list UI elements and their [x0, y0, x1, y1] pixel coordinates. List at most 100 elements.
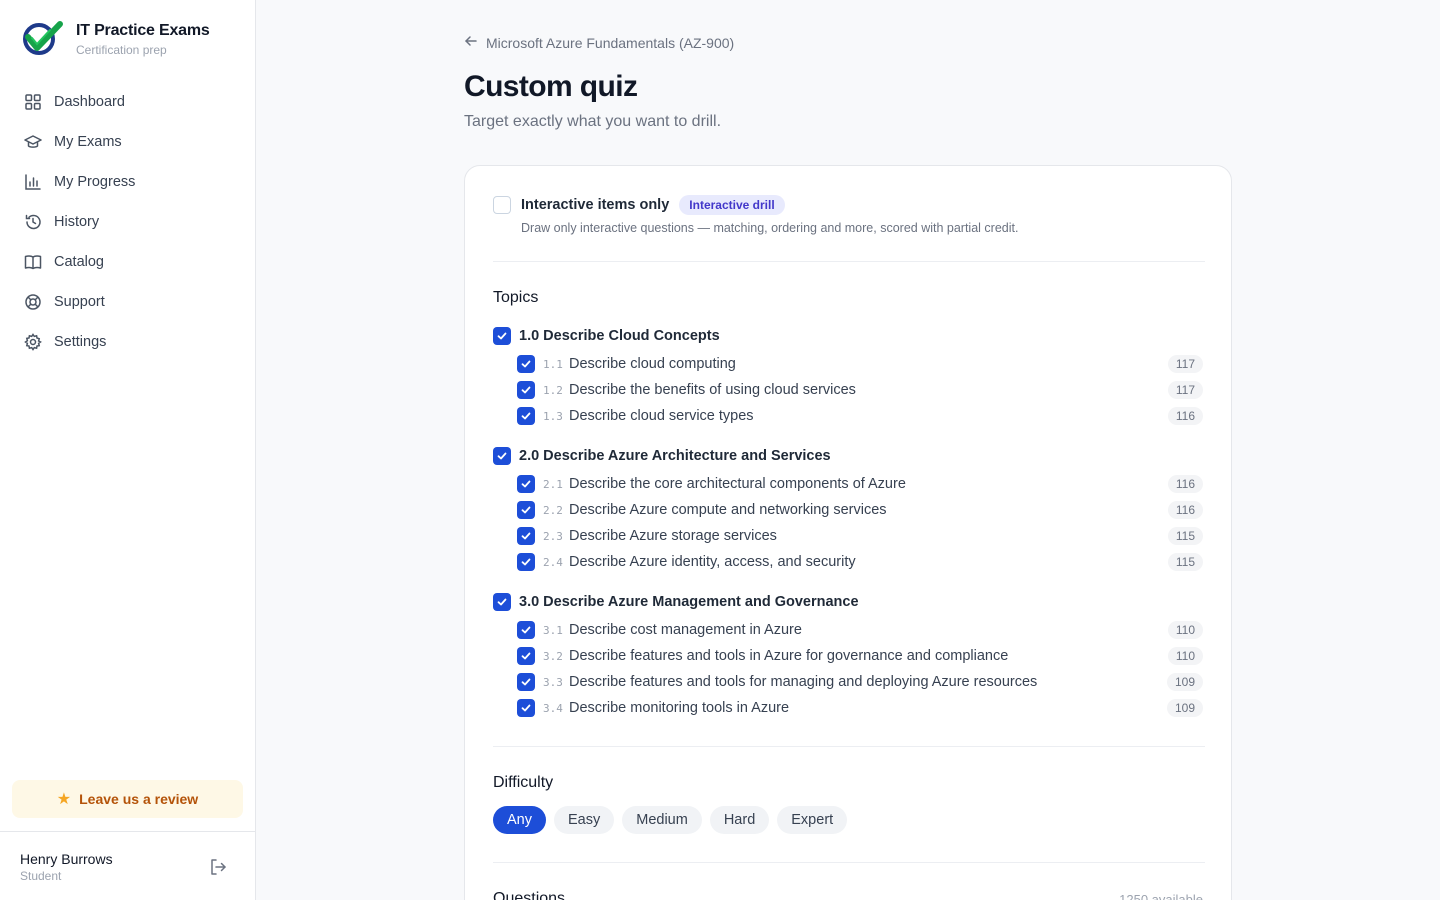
subtopic-code: 2.1: [543, 477, 563, 491]
subtopic-label: Describe Azure compute and networking se…: [569, 502, 887, 518]
subtopic-checkbox[interactable]: [517, 553, 535, 571]
interactive-only-option[interactable]: Interactive items only Interactive drill: [493, 195, 785, 215]
subtopic-row[interactable]: 1.2 Describe the benefits of using cloud…: [517, 377, 1205, 403]
lifebuoy-icon: [24, 293, 42, 311]
sidebar-item-label: History: [54, 214, 100, 230]
subtopic-checkbox[interactable]: [517, 381, 535, 399]
logout-icon[interactable]: [208, 857, 228, 877]
difficulty-option-hard[interactable]: Hard: [709, 806, 770, 834]
subtopic-row[interactable]: 3.4 Describe monitoring tools in Azure 1…: [517, 695, 1205, 721]
question-count-badge: 116: [1167, 475, 1203, 493]
sidebar-item-history[interactable]: History: [12, 202, 244, 242]
topic-group-label: 2.0 Describe Azure Architecture and Serv…: [519, 448, 831, 464]
subtopic-label: Describe cloud computing: [569, 356, 736, 372]
topic-group-header[interactable]: 2.0 Describe Azure Architecture and Serv…: [493, 445, 1205, 467]
interactive-only-label: Interactive items only: [521, 197, 670, 213]
subtopic-code: 3.4: [543, 701, 563, 715]
subtopic-row[interactable]: 1.3 Describe cloud service types 116: [517, 403, 1205, 429]
question-count-badge: 115: [1167, 553, 1203, 571]
sidebar-nav: Dashboard My Exams My Progress History C…: [12, 82, 244, 362]
subtopic-checkbox[interactable]: [517, 699, 535, 717]
subtopic-label: Describe features and tools for managing…: [569, 674, 1038, 690]
subtopic-row[interactable]: 2.1 Describe the core architectural comp…: [517, 471, 1205, 497]
sidebar-item-catalog[interactable]: Catalog: [12, 242, 244, 282]
subtopic-checkbox[interactable]: [517, 501, 535, 519]
topic-group: 2.0 Describe Azure Architecture and Serv…: [493, 445, 1205, 575]
subtopic-code: 2.3: [543, 529, 563, 543]
star-icon: ★: [56, 791, 72, 808]
history-icon: [24, 213, 42, 231]
divider: [493, 261, 1205, 262]
subtopic-label: Describe Azure storage services: [569, 528, 777, 544]
sidebar-item-support[interactable]: Support: [12, 282, 244, 322]
difficulty-option-easy[interactable]: Easy: [554, 806, 615, 834]
difficulty-option-medium[interactable]: Medium: [622, 806, 702, 834]
question-count-badge: 116: [1167, 501, 1203, 519]
sidebar-item-my-progress[interactable]: My Progress: [12, 162, 244, 202]
topic-group: 1.0 Describe Cloud Concepts 1.1 Describe…: [493, 325, 1205, 429]
subtopic-checkbox[interactable]: [517, 621, 535, 639]
topic-checkbox[interactable]: [493, 327, 511, 345]
subtopic-checkbox[interactable]: [517, 475, 535, 493]
question-count-badge: 116: [1167, 407, 1203, 425]
subtopic-code: 1.3: [543, 409, 563, 423]
subtopic-row[interactable]: 3.2 Describe features and tools in Azure…: [517, 643, 1205, 669]
topic-checkbox[interactable]: [493, 447, 511, 465]
difficulty-option-any[interactable]: Any: [493, 806, 546, 834]
divider: [493, 746, 1205, 747]
question-count-badge: 117: [1167, 381, 1203, 399]
question-count-badge: 109: [1166, 673, 1203, 691]
interactive-only-checkbox[interactable]: [493, 196, 511, 214]
subtopic-row[interactable]: 3.3 Describe features and tools for mana…: [517, 669, 1205, 695]
user-role: Student: [20, 869, 62, 883]
topic-group-label: 1.0 Describe Cloud Concepts: [519, 328, 720, 344]
subtopic-label: Describe monitoring tools in Azure: [569, 700, 790, 716]
topic-checkbox[interactable]: [493, 593, 511, 611]
arrow-left-icon: [464, 34, 478, 51]
subtopic-code: 1.1: [543, 357, 563, 371]
sidebar-item-dashboard[interactable]: Dashboard: [12, 82, 244, 122]
sidebar-item-settings[interactable]: Settings: [12, 322, 244, 362]
back-link-label: Microsoft Azure Fundamentals (AZ-900): [486, 34, 735, 51]
subtopic-row[interactable]: 2.4 Describe Azure identity, access, and…: [517, 549, 1205, 575]
brand-name: IT Practice Exams: [76, 22, 210, 39]
difficulty-selector: Any Easy Medium Hard Expert: [493, 806, 855, 834]
subtopic-checkbox[interactable]: [517, 355, 535, 373]
subtopic-row[interactable]: 3.1 Describe cost management in Azure 11…: [517, 617, 1205, 643]
subtopic-label: Describe Azure identity, access, and sec…: [569, 554, 856, 570]
subtopic-checkbox[interactable]: [517, 407, 535, 425]
subtopic-code: 2.2: [543, 503, 563, 517]
gear-icon: [24, 333, 42, 351]
subtopic-code: 3.3: [543, 675, 563, 689]
subtopic-checkbox[interactable]: [517, 527, 535, 545]
grid-icon: [24, 93, 42, 111]
leave-review-button[interactable]: ★ Leave us a review: [12, 780, 243, 818]
subtopic-checkbox[interactable]: [517, 647, 535, 665]
subtopic-checkbox[interactable]: [517, 673, 535, 691]
subtopic-label: Describe features and tools in Azure for…: [569, 648, 1009, 664]
brand[interactable]: IT Practice Exams Certification prep: [20, 20, 210, 57]
questions-available: 1250 available: [1119, 892, 1203, 900]
back-link[interactable]: Microsoft Azure Fundamentals (AZ-900): [464, 34, 734, 51]
difficulty-option-expert[interactable]: Expert: [777, 806, 848, 834]
sidebar-item-my-exams[interactable]: My Exams: [12, 122, 244, 162]
subtopic-row[interactable]: 1.1 Describe cloud computing 117: [517, 351, 1205, 377]
book-icon: [24, 253, 42, 271]
difficulty-title: Difficulty: [493, 774, 554, 791]
bar-chart-icon: [24, 173, 42, 191]
page-subtitle: Target exactly what you want to drill.: [464, 113, 722, 130]
subtopic-label: Describe cost management in Azure: [569, 622, 802, 638]
divider: [493, 862, 1205, 863]
subtopic-row[interactable]: 2.3 Describe Azure storage services 115: [517, 523, 1205, 549]
topic-group-header[interactable]: 1.0 Describe Cloud Concepts: [493, 325, 1205, 347]
user-name: Henry Burrows: [20, 851, 113, 867]
subtopic-code: 1.2: [543, 383, 563, 397]
topic-group-header[interactable]: 3.0 Describe Azure Management and Govern…: [493, 591, 1205, 613]
subtopic-label: Describe the benefits of using cloud ser…: [569, 382, 856, 398]
sidebar-item-label: Support: [54, 294, 105, 310]
sidebar-item-label: Settings: [54, 334, 107, 350]
topic-group-label: 3.0 Describe Azure Management and Govern…: [519, 594, 859, 610]
subtopic-row[interactable]: 2.2 Describe Azure compute and networkin…: [517, 497, 1205, 523]
question-count-badge: 109: [1166, 699, 1203, 717]
subtopic-label: Describe the core architectural componen…: [569, 476, 906, 492]
